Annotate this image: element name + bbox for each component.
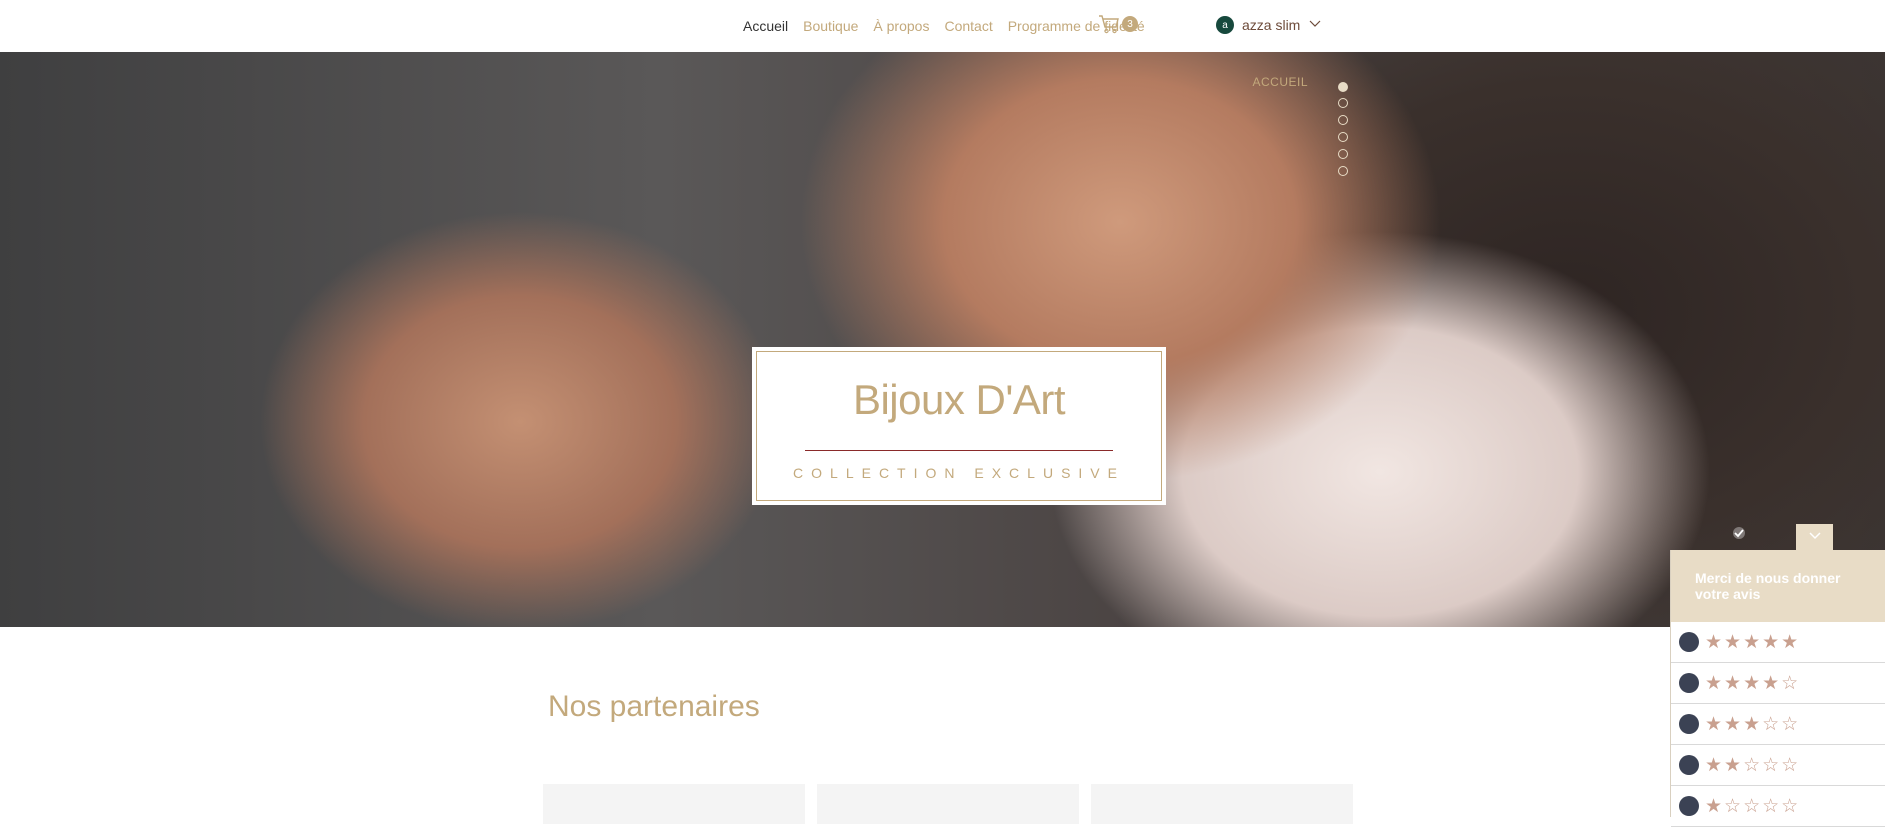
review-option-5[interactable]: ★★★★★ — [1671, 622, 1885, 663]
section-dot-4[interactable] — [1338, 132, 1348, 142]
cart-count-badge: 3 — [1122, 16, 1138, 32]
radio-button[interactable] — [1679, 796, 1699, 816]
review-option-2[interactable]: ★★☆☆☆ — [1671, 745, 1885, 786]
nav-contact[interactable]: Contact — [944, 18, 992, 34]
partner-card-1[interactable] — [543, 784, 805, 824]
user-menu[interactable]: a azza slim — [1216, 16, 1322, 34]
site-header: Accueil Boutique À propos Contact Progra… — [0, 0, 1885, 53]
star-rating: ★★★★☆ — [1705, 672, 1801, 694]
section-dot-5[interactable] — [1338, 149, 1348, 159]
avatar: a — [1216, 16, 1234, 34]
brand-frame: Bijoux D'Art COLLECTION EXCLUSIVE — [756, 351, 1162, 501]
review-check-icon[interactable] — [1731, 526, 1747, 545]
review-option-1[interactable]: ★☆☆☆☆ — [1671, 786, 1885, 827]
partners-title: Nos partenaires — [548, 690, 760, 723]
brand-divider — [805, 450, 1113, 451]
section-dot-1[interactable] — [1338, 82, 1348, 92]
star-rating: ★★★★★ — [1705, 631, 1801, 653]
review-title: Merci de nous donner votre avis — [1671, 550, 1885, 622]
hero-banner: ACCUEIL — [0, 52, 1885, 627]
radio-button[interactable] — [1679, 673, 1699, 693]
nav-boutique[interactable]: Boutique — [803, 18, 858, 34]
main-nav: Accueil Boutique À propos Contact Progra… — [743, 0, 1145, 52]
brand-subtitle: COLLECTION EXCLUSIVE — [793, 465, 1125, 481]
star-rating: ★★☆☆☆ — [1705, 754, 1801, 776]
partner-card-2[interactable] — [817, 784, 1079, 824]
star-rating: ★☆☆☆☆ — [1705, 795, 1801, 817]
section-nav-label: ACCUEIL — [1252, 75, 1308, 89]
brand-box: Bijoux D'Art COLLECTION EXCLUSIVE — [752, 347, 1166, 505]
review-widget: Merci de nous donner votre avis ★★★★★ ★★… — [1670, 550, 1885, 827]
section-dot-3[interactable] — [1338, 115, 1348, 125]
section-dot-6[interactable] — [1338, 166, 1348, 176]
partner-card-3[interactable] — [1091, 784, 1353, 824]
brand-title: Bijoux D'Art — [852, 376, 1066, 423]
chevron-down-icon — [1308, 16, 1322, 34]
section-dot-2[interactable] — [1338, 98, 1348, 108]
cart-button[interactable]: 3 — [1098, 14, 1138, 34]
review-option-3[interactable]: ★★★☆☆ — [1671, 704, 1885, 745]
radio-button[interactable] — [1679, 755, 1699, 775]
review-collapse-button[interactable] — [1796, 524, 1833, 550]
user-name: azza slim — [1242, 17, 1301, 33]
review-option-4[interactable]: ★★★★☆ — [1671, 663, 1885, 704]
radio-button[interactable] — [1679, 632, 1699, 652]
chevron-down-icon — [1808, 528, 1822, 546]
nav-accueil[interactable]: Accueil — [743, 18, 788, 34]
radio-button[interactable] — [1679, 714, 1699, 734]
star-rating: ★★★☆☆ — [1705, 713, 1801, 735]
cart-icon — [1098, 14, 1120, 34]
nav-a-propos[interactable]: À propos — [873, 18, 929, 34]
